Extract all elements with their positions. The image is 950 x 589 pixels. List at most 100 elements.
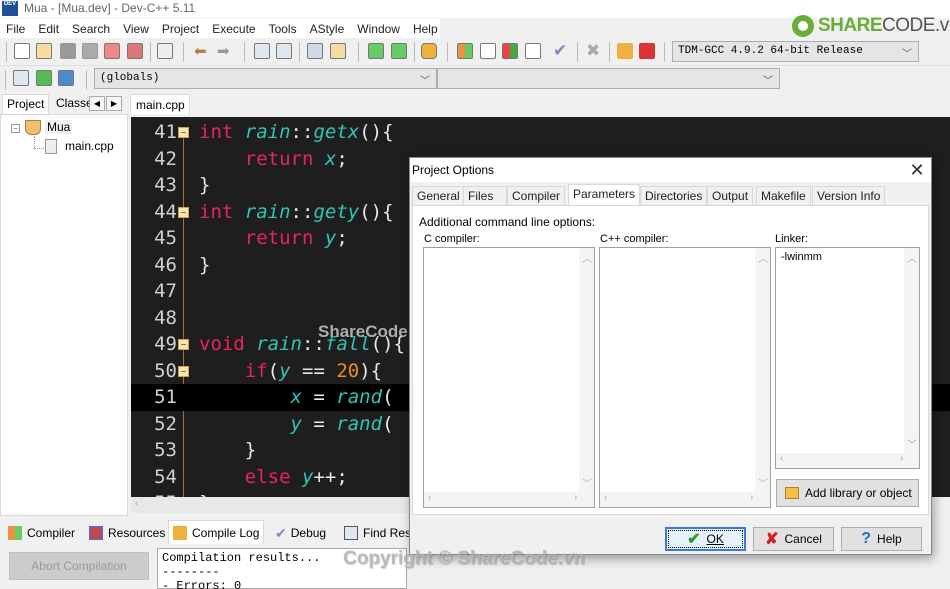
tab-project[interactable]: Project: [2, 94, 50, 114]
syntax-check-icon[interactable]: ✔: [553, 41, 567, 61]
code-line[interactable]: 41 int rain::getx(){: [131, 119, 950, 146]
menu-execute[interactable]: Execute: [212, 22, 255, 36]
menu-astyle[interactable]: AStyle: [310, 22, 345, 36]
scroll-down-icon[interactable]: ﹀: [758, 475, 768, 490]
horizontal-scrollbar[interactable]: ‹ ›: [600, 492, 770, 507]
chevron-down-icon: ﹀: [420, 77, 430, 88]
menu-help[interactable]: Help: [413, 22, 438, 36]
unindent-icon[interactable]: [330, 43, 346, 59]
menu-tools[interactable]: Tools: [269, 22, 297, 36]
linker-textarea[interactable]: -lwinmm ︿ ﹀ ‹ ›: [775, 247, 920, 469]
tab-compile-log[interactable]: Compile Log: [168, 520, 265, 544]
debug-stop-icon[interactable]: [639, 43, 655, 59]
scroll-left-icon[interactable]: ‹: [780, 453, 783, 464]
chart-icon[interactable]: [617, 43, 633, 59]
editor-horizontal-scrollbar[interactable]: ‹: [131, 497, 409, 513]
toolbar-separator: [414, 42, 415, 62]
tab-scroll-right-icon[interactable]: ▶: [106, 96, 122, 111]
add-class-icon[interactable]: [36, 70, 52, 86]
tab-resources[interactable]: Resources: [85, 522, 169, 544]
tab-scroll-left-icon[interactable]: ◀: [89, 96, 105, 111]
fold-toggle-icon[interactable]: [178, 127, 189, 138]
ok-button[interactable]: ✔ OK: [665, 527, 746, 551]
close-all-icon[interactable]: [127, 43, 143, 59]
tree-item-main-cpp[interactable]: main.cpp: [65, 139, 114, 153]
tab-output[interactable]: Output: [707, 186, 754, 205]
tab-directories[interactable]: Directories: [640, 186, 708, 205]
tab-compiler[interactable]: Compiler: [507, 186, 566, 205]
scroll-down-icon[interactable]: ﹀: [907, 436, 917, 451]
scroll-right-icon[interactable]: ›: [900, 453, 903, 464]
scroll-left-icon[interactable]: ‹: [428, 492, 431, 503]
tab-find-results[interactable]: Find Res: [340, 522, 415, 544]
replace-icon[interactable]: [276, 43, 292, 59]
scroll-right-icon[interactable]: ›: [750, 492, 753, 503]
fold-toggle-icon[interactable]: [178, 206, 189, 218]
scroll-right-icon[interactable]: ›: [574, 492, 577, 503]
fold-toggle-icon[interactable]: [178, 365, 189, 377]
compile-run-icon[interactable]: [502, 43, 518, 59]
menu-file[interactable]: File: [6, 22, 25, 36]
new-file-icon[interactable]: [14, 43, 30, 59]
menu-view[interactable]: View: [123, 22, 149, 36]
open-file-icon[interactable]: [36, 43, 52, 59]
scroll-up-icon[interactable]: ︿: [907, 250, 917, 265]
scroll-down-icon[interactable]: ﹀: [582, 475, 592, 490]
menu-window[interactable]: Window: [357, 22, 400, 36]
add-to-project-icon[interactable]: [368, 43, 384, 59]
vertical-scrollbar[interactable]: ︿ ﹀: [579, 248, 594, 492]
editor-tab-main-cpp[interactable]: main.cpp: [130, 94, 190, 114]
horizontal-scrollbar[interactable]: ‹ ›: [776, 453, 919, 468]
run-icon[interactable]: [480, 43, 496, 59]
stop-icon[interactable]: ✖: [586, 41, 600, 61]
project-options-icon[interactable]: [421, 43, 437, 59]
close-file-icon[interactable]: [104, 43, 120, 59]
rebuild-icon[interactable]: [525, 43, 541, 59]
menu-edit[interactable]: Edit: [38, 22, 59, 36]
tab-makefile[interactable]: Makefile: [756, 186, 811, 205]
add-library-button[interactable]: Add library or object: [776, 479, 919, 507]
scroll-up-icon[interactable]: ︿: [582, 250, 592, 265]
vertical-scrollbar[interactable]: ︿ ﹀: [755, 248, 770, 492]
save-all-icon[interactable]: [82, 43, 98, 59]
close-icon[interactable]: ✕: [906, 159, 928, 181]
goto-icon[interactable]: [13, 70, 29, 86]
class-select[interactable]: (globals) ﹀: [94, 68, 437, 89]
cancel-button[interactable]: ✘ Cancel: [753, 527, 834, 551]
tab-parameters[interactable]: Parameters: [568, 184, 641, 205]
compile-icon[interactable]: [457, 43, 473, 59]
line-number: 53: [154, 439, 177, 461]
tab-classes[interactable]: Classe: [52, 94, 90, 114]
tab-files[interactable]: Files: [463, 186, 507, 205]
scroll-up-icon[interactable]: ︿: [758, 250, 768, 265]
undo-icon[interactable]: ⬅: [194, 42, 207, 60]
bookmark-icon[interactable]: [58, 70, 74, 86]
redo-icon[interactable]: ➡: [217, 42, 230, 60]
indent-icon[interactable]: [307, 43, 323, 59]
code-token: ::: [290, 200, 314, 223]
save-icon[interactable]: [60, 43, 76, 59]
member-select[interactable]: ﹀: [437, 68, 780, 89]
scroll-left-icon[interactable]: ‹: [135, 498, 138, 509]
scroll-left-icon[interactable]: ‹: [604, 492, 607, 503]
tree-root-label[interactable]: Mua: [45, 120, 73, 134]
abort-compilation-button[interactable]: Abort Compilation: [9, 552, 149, 580]
help-button[interactable]: ? Help: [841, 527, 922, 551]
tab-general[interactable]: General: [412, 186, 465, 205]
print-icon[interactable]: [157, 43, 173, 59]
menu-project[interactable]: Project: [162, 22, 199, 36]
tab-debug[interactable]: ✔ Debug: [271, 522, 330, 544]
tab-version-info[interactable]: Version Info: [812, 186, 886, 205]
compiler-select[interactable]: TDM-GCC 4.9.2 64-bit Release ﹀: [672, 41, 919, 62]
vertical-scrollbar[interactable]: ︿ ﹀: [904, 248, 919, 453]
collapse-icon[interactable]: −: [11, 124, 20, 133]
remove-from-project-icon[interactable]: [391, 43, 407, 59]
tab-compiler[interactable]: Compiler: [4, 522, 79, 544]
fold-toggle-icon[interactable]: [178, 339, 189, 350]
horizontal-scrollbar[interactable]: ‹ ›: [424, 492, 594, 507]
menu-search[interactable]: Search: [72, 22, 110, 36]
cpp-compiler-textarea[interactable]: ︿ ﹀ ‹ ›: [599, 247, 771, 508]
c-compiler-textarea[interactable]: ︿ ﹀ ‹ ›: [423, 247, 595, 508]
find-icon[interactable]: [254, 43, 270, 59]
